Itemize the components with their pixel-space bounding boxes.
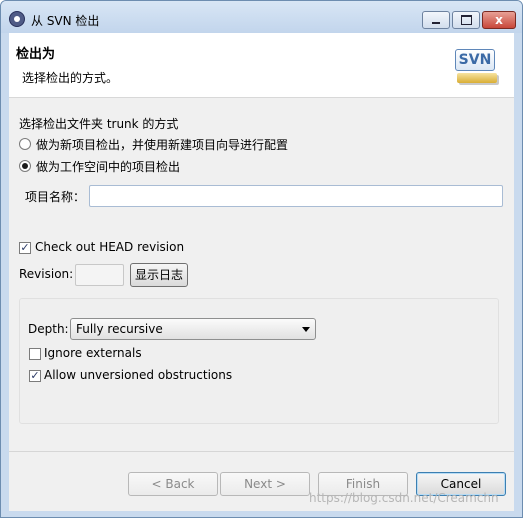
radio-workspace-project[interactable] <box>19 160 31 172</box>
minimize-button[interactable] <box>422 11 450 29</box>
advanced-options-group: Depth: Fully recursive Ignore externals … <box>19 298 499 424</box>
maximize-icon <box>460 15 472 25</box>
checkout-method-heading: 选择检出文件夹 trunk 的方式 <box>19 117 179 131</box>
back-button[interactable]: < Back <box>128 472 218 496</box>
svn-logo: SVN <box>455 49 499 87</box>
eclipse-icon <box>9 11 25 27</box>
close-button[interactable]: x <box>482 11 516 29</box>
revision-input[interactable] <box>75 264 124 286</box>
svn-checkout-dialog: 从 SVN 检出 x 检出为 选择检出的方式。 SVN 选择检出文件夹 trun… <box>0 0 523 518</box>
depth-select-value: Fully recursive <box>76 322 163 336</box>
maximize-button[interactable] <box>452 11 480 29</box>
revision-label: Revision: <box>19 267 74 281</box>
footer-separator <box>9 451 514 452</box>
wizard-header: 检出为 选择检出的方式。 SVN <box>9 33 514 98</box>
allow-unversioned-checkbox[interactable]: ✓ <box>29 370 41 382</box>
minimize-icon <box>432 22 440 24</box>
checkout-head-checkbox[interactable]: ✓ <box>19 242 31 254</box>
radio-new-project[interactable] <box>19 138 31 150</box>
radio-new-project-label[interactable]: 做为新项目检出，并使用新建项目向导进行配置 <box>36 136 288 153</box>
radio-workspace-project-label[interactable]: 做为工作空间中的项目检出 <box>36 158 180 175</box>
ignore-externals-checkbox[interactable] <box>29 348 41 360</box>
next-button[interactable]: Next > <box>220 472 310 496</box>
svn-logo-bar <box>457 73 497 83</box>
close-icon: x <box>495 13 503 27</box>
ignore-externals-label[interactable]: Ignore externals <box>44 346 142 360</box>
page-description: 选择检出的方式。 <box>22 71 119 85</box>
project-name-input[interactable] <box>89 185 503 207</box>
watermark: https://blog.csdn.net/Creamchn <box>309 491 499 505</box>
depth-select[interactable]: Fully recursive <box>70 318 316 340</box>
depth-label: Depth: <box>28 322 69 336</box>
allow-unversioned-label[interactable]: Allow unversioned obstructions <box>44 368 232 382</box>
project-name-label: 项目名称： <box>25 190 86 204</box>
chevron-down-icon <box>302 327 310 332</box>
dialog-body: 检出为 选择检出的方式。 SVN 选择检出文件夹 trunk 的方式 做为新项目… <box>9 33 514 511</box>
title-bar[interactable]: 从 SVN 检出 x <box>1 1 522 33</box>
show-log-button[interactable]: 显示日志 <box>130 263 188 287</box>
checkout-head-label[interactable]: Check out HEAD revision <box>35 240 184 254</box>
svn-logo-text: SVN <box>455 49 495 71</box>
window-title: 从 SVN 检出 <box>31 14 100 28</box>
page-title: 检出为 <box>16 47 56 62</box>
